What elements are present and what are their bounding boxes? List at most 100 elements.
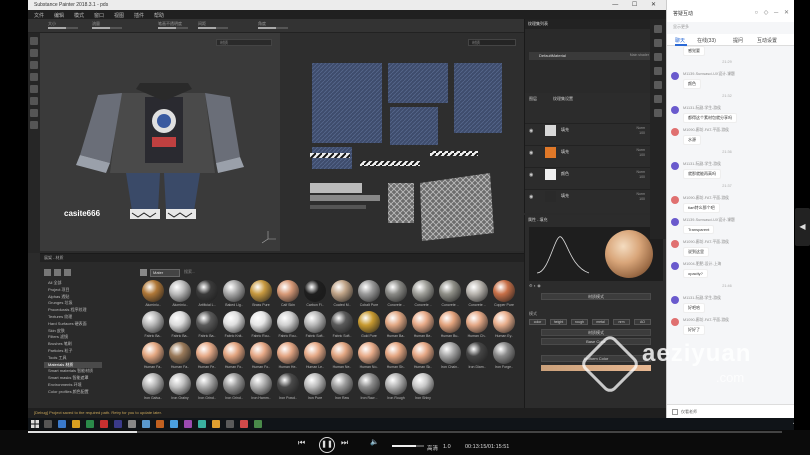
- material-thumbnail[interactable]: Iron Hamm..: [248, 373, 274, 405]
- shelf-search-input[interactable]: 搜索...: [184, 269, 224, 277]
- material-thumbnail[interactable]: Human Fo..: [221, 342, 247, 374]
- viewport-3d[interactable]: 材质 casite666: [40, 33, 280, 251]
- app-icon[interactable]: [114, 420, 122, 428]
- user-avatar[interactable]: [671, 128, 679, 136]
- material-thumbnail[interactable]: Human Fe..: [194, 342, 220, 374]
- material-thumbnail[interactable]: Concrete ..: [383, 280, 409, 312]
- tool-option-slider[interactable]: [258, 27, 288, 29]
- paint-tool-icon[interactable]: [30, 37, 38, 45]
- windows-start-icon[interactable]: [31, 420, 39, 428]
- geometry-fill-icon[interactable]: [30, 73, 38, 81]
- picker-tool-icon[interactable]: [30, 109, 38, 117]
- material-thumbnail[interactable]: Human Fa..: [167, 342, 193, 374]
- texture-set-item[interactable]: DefaultMaterial Main shader: [529, 52, 653, 60]
- app-icon[interactable]: [184, 420, 192, 428]
- layer-blend-mode[interactable]: Norm 100: [636, 148, 645, 157]
- clone-tool-icon[interactable]: [30, 97, 38, 105]
- eraser-tool-icon[interactable]: [30, 49, 38, 57]
- user-avatar[interactable]: [671, 296, 679, 304]
- import-icon[interactable]: [44, 269, 51, 276]
- speed-selector[interactable]: 1.0: [443, 444, 451, 450]
- menu-item[interactable]: 编辑: [54, 12, 64, 19]
- material-thumbnail[interactable]: Fabric Rou..: [248, 311, 274, 343]
- material-thumbnail[interactable]: Fabric Soft..: [329, 311, 355, 343]
- channel-chip[interactable]: nrm: [613, 319, 630, 325]
- material-thumbnail[interactable]: Copper Pure: [491, 280, 517, 312]
- material-thumbnail[interactable]: Iron Forge..: [491, 342, 517, 374]
- material-thumbnail[interactable]: Iron Galva..: [140, 373, 166, 405]
- quality-selector[interactable]: 高清: [427, 444, 438, 452]
- material-thumbnail[interactable]: Baked Lig..: [221, 280, 247, 312]
- material-thumbnail[interactable]: Human Ne..: [329, 342, 355, 374]
- material-thumbnail[interactable]: Human Fo..: [248, 342, 274, 374]
- window-controls[interactable]: — ☐ ✕: [612, 1, 662, 8]
- material-thumbnail[interactable]: Coated M..: [329, 280, 355, 312]
- layer-blend-mode[interactable]: Norm 100: [636, 126, 645, 135]
- grid-view-icon[interactable]: [64, 269, 71, 276]
- shelf-category-item[interactable]: Tools 工具: [44, 355, 102, 362]
- properties-icon[interactable]: [654, 53, 662, 61]
- material-thumbnail[interactable]: Human Sk..: [410, 342, 436, 374]
- video-progress-bar[interactable]: [28, 431, 782, 433]
- layer-row[interactable]: ◉ 颜色 Norm 100: [525, 167, 651, 181]
- layers-icon[interactable]: [654, 39, 662, 47]
- tab-chat[interactable]: 聊天: [675, 37, 685, 44]
- filter-icon[interactable]: [140, 269, 147, 276]
- next-icon[interactable]: ⏭: [341, 438, 348, 448]
- material-thumbnail[interactable]: Carbon Fi..: [302, 280, 328, 312]
- shelf-filter-chip[interactable]: Mater: [150, 269, 180, 277]
- material-thumbnail[interactable]: Fabric Rou..: [275, 311, 301, 343]
- material-thumbnail[interactable]: Human He..: [275, 342, 301, 374]
- material-thumbnail[interactable]: Iron Pure: [302, 373, 328, 405]
- display-settings-icon[interactable]: [654, 67, 662, 75]
- chat-window-controls[interactable]: ○ ◇ ─ ✕: [754, 9, 791, 16]
- material-thumbnail[interactable]: Fabric Soft..: [302, 311, 328, 343]
- polygon-fill-icon[interactable]: [30, 121, 38, 129]
- visibility-eye-icon[interactable]: ◉: [529, 194, 533, 200]
- user-avatar[interactable]: [671, 72, 679, 80]
- shader-settings-icon[interactable]: [654, 81, 662, 89]
- material-thumbnail[interactable]: Iron Grind..: [221, 373, 247, 405]
- shelf-category-item[interactable]: Hard Surfaces 硬表面: [44, 321, 102, 328]
- material-thumbnail[interactable]: Fabric Knit..: [221, 311, 247, 343]
- collapse-panel-arrow-icon[interactable]: ◀: [795, 208, 810, 246]
- material-thumbnail[interactable]: Concrete ..: [464, 280, 490, 312]
- settings-icons[interactable]: ⚙ ◐ ◉: [529, 283, 541, 288]
- tool-option-slider[interactable]: [198, 27, 228, 29]
- material-mode-button[interactable]: 材质模式: [541, 293, 651, 300]
- shelf-category-item[interactable]: Environments 环境: [44, 382, 102, 389]
- menu-item[interactable]: 模式: [74, 12, 84, 19]
- app-icon[interactable]: [100, 420, 108, 428]
- channel-chip[interactable]: rough: [571, 319, 588, 325]
- shelf-category-item[interactable]: Project 项目: [44, 287, 102, 294]
- material-thumbnail[interactable]: Aluminiu..: [167, 280, 193, 312]
- user-avatar[interactable]: [671, 196, 679, 204]
- folder-icon[interactable]: [54, 269, 61, 276]
- material-thumbnail[interactable]: Fabric Ba..: [167, 311, 193, 343]
- channel-chip[interactable]: AO: [634, 319, 651, 325]
- app-icon[interactable]: [226, 420, 234, 428]
- tab-texture-set-settings[interactable]: 纹理集设置: [553, 96, 573, 102]
- texture-set-list-icon[interactable]: [654, 25, 662, 33]
- channel-chip[interactable]: color: [529, 319, 546, 325]
- chat-subtitle[interactable]: 显示更多: [673, 24, 689, 30]
- shelf-category-item[interactable]: Procedurals 程序纹理: [44, 307, 102, 314]
- material-thumbnail[interactable]: Concrete ..: [410, 280, 436, 312]
- property-button-a[interactable]: 材质模式: [541, 329, 651, 336]
- material-thumbnail[interactable]: Human Fa..: [140, 342, 166, 374]
- material-thumbnail[interactable]: Human Ch..: [464, 311, 490, 343]
- volume-icon[interactable]: 🔈: [370, 438, 379, 446]
- tool-option-slider[interactable]: [158, 27, 188, 29]
- tab-interaction[interactable]: 互动设置: [757, 37, 777, 44]
- material-thumbnail[interactable]: Fabric Ba..: [194, 311, 220, 343]
- layer-blend-mode[interactable]: Norm 100: [636, 170, 645, 179]
- app-icon[interactable]: [198, 420, 206, 428]
- material-thumbnail[interactable]: Gold Pure: [356, 311, 382, 343]
- channel-chip[interactable]: height: [550, 319, 567, 325]
- shelf-category-item[interactable]: All 全部: [44, 280, 102, 287]
- material-thumbnail[interactable]: Iron Chain..: [437, 342, 463, 374]
- tool-option-slider[interactable]: [48, 27, 78, 29]
- layer-row[interactable]: ◉ 填充 Norm 100: [525, 189, 651, 203]
- channel-chip[interactable]: metal: [592, 319, 609, 325]
- material-thumbnail[interactable]: Iron Shiny: [410, 373, 436, 405]
